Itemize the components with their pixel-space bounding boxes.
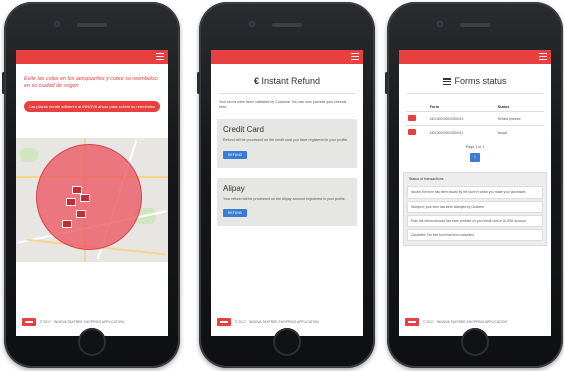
footer-copyright: © 2017 · INNOVA TAXFREE SHOPPING APPLICA… — [40, 320, 124, 324]
map-park — [20, 148, 38, 162]
page-title-text: Forms status — [454, 76, 507, 86]
divider — [407, 93, 543, 95]
divider — [219, 93, 355, 94]
promo-heading: Evite las colas en los aeropuertos y cob… — [24, 76, 158, 89]
column-header-icon — [406, 103, 428, 112]
form-number: 3421000000000000010 — [427, 111, 496, 126]
store-pin-icon[interactable] — [66, 198, 76, 206]
brand-logo-icon — [217, 318, 231, 326]
footer: © 2017 · INNOVA TAXFREE SHOPPING APPLICA… — [405, 318, 545, 326]
brand-logo-icon — [405, 318, 419, 326]
alipay-option: Alipay Your refund will be processed on … — [217, 177, 357, 227]
form-document-icon — [408, 115, 416, 122]
form-status: Issued — [495, 125, 544, 140]
card-title: Alipay — [223, 183, 245, 193]
footer: © 2017 · INNOVA TAXFREE SHOPPING APPLICA… — [217, 318, 357, 326]
status-stamped: Stamped: your form has been stamped by C… — [407, 200, 543, 213]
store-pin-icon[interactable] — [72, 186, 82, 194]
home-button[interactable] — [461, 328, 489, 356]
column-header-status: Status — [497, 105, 510, 110]
home-button[interactable] — [78, 328, 106, 356]
hamburger-menu-icon[interactable] — [351, 53, 359, 60]
status-paid: Paid: the refund amount has been credite… — [407, 214, 543, 227]
status-issued: Issued: the form has been issued by the … — [407, 186, 543, 199]
card-description: Your refund will be processed on the Ali… — [223, 196, 346, 201]
top-bar — [211, 50, 363, 64]
footer-copyright: © 2017 · INNOVA TAXFREE SHOPPING APPLICA… — [235, 320, 319, 324]
alipay-refund-button[interactable]: REFUND — [223, 209, 248, 218]
table-row[interactable]: 3421000000000000010 Refund proceed — [406, 111, 544, 126]
screen-map: Evite las colas en los aeropuertos y cob… — [16, 50, 168, 336]
status-cancelled: Cancelled: Tax free form has been cancel… — [407, 229, 543, 242]
euro-icon: € — [253, 76, 259, 86]
form-number: 3421000000000000011 — [427, 125, 496, 140]
screen-forms-status: Forms status Form Status 342100000000000… — [399, 50, 551, 336]
form-document-icon — [408, 129, 416, 136]
credit-card-refund-button[interactable]: REFUND — [223, 150, 248, 159]
top-bar — [16, 50, 168, 64]
earpiece-speaker — [77, 23, 107, 27]
status-legend-header: Status of transactions — [409, 177, 444, 182]
screen-instant-refund: € Instant Refund Your forms have been va… — [211, 50, 363, 336]
earpiece-speaker — [272, 23, 302, 27]
phone-frame-1: Evite las colas en los aeropuertos y cob… — [2, 2, 180, 368]
pagination-page-button[interactable]: 1 — [470, 153, 480, 163]
page-number: 1 — [474, 155, 476, 160]
brand-logo-icon — [22, 318, 36, 326]
stores-button[interactable]: Las plazas donde adhieren al INNOVA ahor… — [24, 101, 160, 112]
stores-map[interactable] — [16, 138, 168, 262]
front-camera — [437, 21, 443, 27]
footer-copyright: © 2017 · INNOVA TAXFREE SHOPPING APPLICA… — [423, 320, 507, 324]
card-description: Refund will be processed on the credit c… — [223, 138, 349, 143]
page-title-text: Instant Refund — [261, 76, 321, 86]
phone-frame-3: Forms status Form Status 342100000000000… — [385, 2, 563, 368]
card-title: Credit Card — [223, 125, 264, 135]
table-row[interactable]: 3421000000000000011 Issued — [406, 125, 544, 140]
intro-text: Your forms have been validated by Custom… — [219, 100, 347, 109]
page-title: € Instant Refund — [211, 76, 363, 86]
top-bar — [399, 50, 551, 64]
store-pin-icon[interactable] — [62, 220, 72, 228]
form-status: Refund proceed — [495, 111, 544, 126]
store-pin-icon[interactable] — [80, 194, 90, 202]
column-header-form: Form — [429, 105, 440, 110]
list-icon — [443, 77, 452, 87]
hamburger-menu-icon[interactable] — [156, 53, 164, 60]
status-legend-panel: Status of transactions Issued: the form … — [403, 172, 547, 247]
page-title: Forms status — [399, 76, 551, 86]
store-pin-icon[interactable] — [76, 210, 86, 218]
home-button[interactable] — [273, 328, 301, 356]
phone-frame-2: € Instant Refund Your forms have been va… — [197, 2, 375, 368]
front-camera — [249, 21, 255, 27]
front-camera — [54, 21, 60, 27]
hamburger-menu-icon[interactable] — [539, 53, 547, 60]
forms-table: Form Status 3421000000000000010 Refund p… — [406, 103, 544, 140]
credit-card-option: Credit Card Refund will be processed on … — [217, 119, 357, 168]
footer: © 2017 · INNOVA TAXFREE SHOPPING APPLICA… — [22, 318, 162, 326]
pagination-label: Page 1 of 1 — [465, 145, 485, 150]
earpiece-speaker — [460, 23, 490, 27]
